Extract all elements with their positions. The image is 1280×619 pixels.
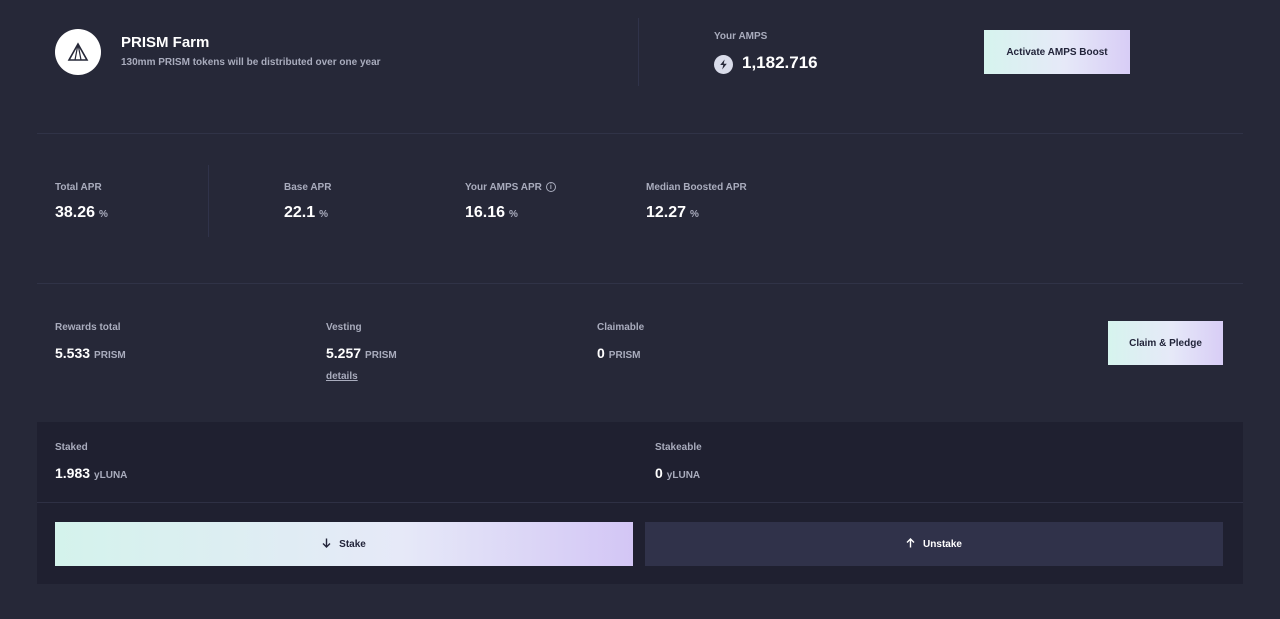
info-icon[interactable]: i — [545, 182, 556, 193]
staking-divider — [37, 502, 1243, 503]
vesting-details-link[interactable]: details — [326, 371, 358, 382]
prism-logo-icon — [55, 29, 101, 75]
staking-panel: Staked 1.983 yLUNA Stakeable 0 yLUNA Stake… — [37, 422, 1243, 584]
stakeable-number: 0 — [655, 465, 663, 481]
median-apr-number: 12.27 — [646, 204, 687, 221]
stake-button[interactable]: Stake — [55, 522, 633, 566]
farm-subtitle: 130mm PRISM tokens will be distributed o… — [121, 57, 381, 68]
yluna-unit: yLUNA — [666, 470, 701, 481]
claim-pledge-button[interactable]: Claim & Pledge — [1108, 321, 1223, 365]
amps-apr-label: Your AMPS APR i — [465, 182, 556, 193]
unstake-button[interactable]: Unstake — [645, 522, 1223, 566]
prism-unit: PRISM — [94, 350, 126, 361]
median-apr-label: Median Boosted APR — [646, 182, 747, 193]
activate-amps-boost-button[interactable]: Activate AMPS Boost — [984, 30, 1130, 74]
stakeable-value: 0 yLUNA — [655, 465, 700, 481]
yluna-unit: yLUNA — [94, 470, 128, 481]
percent-unit: % — [509, 209, 518, 220]
percent-unit: % — [319, 209, 329, 220]
total-apr-value: 38.26% — [55, 204, 108, 222]
total-apr-label: Total APR — [55, 182, 102, 193]
median-apr-value: 12.27% — [646, 204, 699, 222]
lightning-icon — [714, 55, 733, 74]
section-divider — [37, 133, 1243, 134]
claimable-number: 0 — [597, 345, 605, 361]
header-divider — [638, 18, 639, 86]
vesting-label: Vesting — [326, 322, 362, 333]
arrow-up-icon — [906, 537, 915, 551]
amps-apr-value: 16.16% — [465, 204, 518, 222]
vesting-value: 5.257 PRISM — [326, 345, 397, 361]
amps-apr-number: 16.16 — [465, 204, 506, 221]
prism-unit: PRISM — [365, 350, 397, 361]
base-apr-label: Base APR — [284, 182, 332, 193]
vesting-number: 5.257 — [326, 345, 362, 361]
amps-value: 1,182.716 — [742, 53, 818, 72]
prism-unit: PRISM — [608, 350, 641, 361]
apr-divider — [208, 165, 209, 237]
claimable-label: Claimable — [597, 322, 645, 333]
unstake-button-label: Unstake — [923, 538, 962, 550]
staked-value: 1.983 yLUNA — [55, 465, 127, 481]
percent-unit: % — [690, 209, 699, 220]
total-apr-number: 38.26 — [55, 204, 96, 221]
farm-title: PRISM Farm — [121, 34, 210, 51]
rewards-total-label: Rewards total — [55, 322, 121, 333]
staked-number: 1.983 — [55, 465, 91, 481]
stakeable-label: Stakeable — [655, 442, 702, 453]
staked-label: Staked — [55, 442, 88, 453]
amps-label: Your AMPS — [714, 31, 768, 42]
rewards-total-value: 5.533 PRISM — [55, 345, 126, 361]
prism-farm-page: PRISM Farm 130mm PRISM tokens will be di… — [0, 0, 1280, 619]
amps-apr-label-text: Your AMPS APR — [465, 182, 542, 193]
claimable-value: 0 PRISM — [597, 345, 640, 361]
percent-unit: % — [99, 209, 108, 220]
section-divider — [37, 283, 1243, 284]
base-apr-value: 22.1% — [284, 204, 328, 222]
rewards-total-number: 5.533 — [55, 345, 91, 361]
arrow-down-icon — [322, 538, 331, 551]
stake-button-label: Stake — [339, 538, 366, 550]
base-apr-number: 22.1 — [284, 204, 316, 221]
farm-header: PRISM Farm 130mm PRISM tokens will be di… — [0, 0, 1280, 133]
